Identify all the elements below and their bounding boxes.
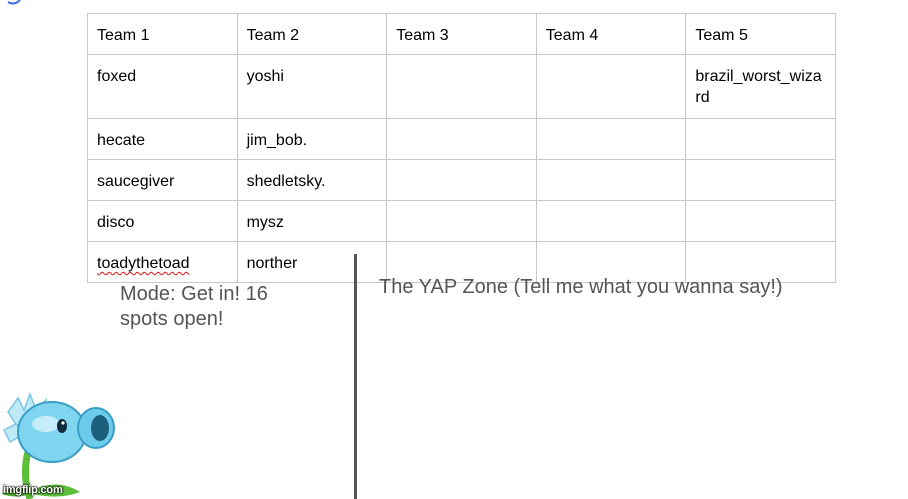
table-cell[interactable]: shedletsky.	[236, 159, 388, 201]
mode-note: Mode: Get in! 16 spots open!	[120, 283, 268, 330]
header-team-3: Team 3	[386, 13, 537, 55]
header-team-1: Team 1	[87, 13, 238, 55]
table-cell[interactable]	[535, 200, 687, 242]
table-cell[interactable]: saucegiver	[87, 159, 238, 201]
table-cell[interactable]: brazil_worst_wizard	[685, 54, 836, 119]
table-cell[interactable]	[386, 54, 537, 119]
table-cell[interactable]: toadythetoad	[87, 241, 238, 283]
yap-zone-note: The YAP Zone (Tell me what you wanna say…	[379, 276, 783, 298]
table-cell[interactable]: foxed	[87, 54, 238, 119]
table-header-row: Team 1 Team 2 Team 3 Team 4 Team 5	[87, 13, 836, 55]
table-cell[interactable]: jim_bob.	[236, 118, 388, 160]
snow-pea-plant-icon	[2, 391, 115, 499]
imgflip-watermark: imgflip.com	[3, 484, 63, 496]
table-cell[interactable]: yoshi	[236, 54, 388, 119]
table-cell[interactable]	[535, 118, 687, 160]
divider-line	[354, 254, 357, 499]
table-cell[interactable]	[685, 159, 836, 201]
table-cell[interactable]	[535, 54, 687, 119]
header-team-4: Team 4	[535, 13, 687, 55]
table-cell[interactable]: hecate	[87, 118, 238, 160]
table-cell[interactable]	[535, 159, 687, 201]
misspelled-name: toadythetoad	[97, 255, 190, 272]
teams-table: Team 1 Team 2 Team 3 Team 4 Team 5 foxed…	[87, 13, 836, 283]
table-row: foxed yoshi brazil_worst_wizard	[87, 54, 836, 119]
header-team-5: Team 5	[685, 13, 836, 55]
table-cell[interactable]: norther	[236, 241, 388, 283]
table-row: disco mysz	[87, 200, 836, 242]
table-cell[interactable]	[386, 118, 537, 160]
table-cell[interactable]	[386, 200, 537, 242]
table-cell[interactable]	[685, 200, 836, 242]
table-row: saucegiver shedletsky.	[87, 159, 836, 201]
table-cell[interactable]: disco	[87, 200, 238, 242]
table-cell[interactable]	[386, 159, 537, 201]
blue-arrow-fragment-icon	[7, 0, 21, 5]
header-team-2: Team 2	[236, 13, 388, 55]
table-row: hecate jim_bob.	[87, 118, 836, 160]
table-cell[interactable]	[685, 118, 836, 160]
table-cell[interactable]: mysz	[236, 200, 388, 242]
